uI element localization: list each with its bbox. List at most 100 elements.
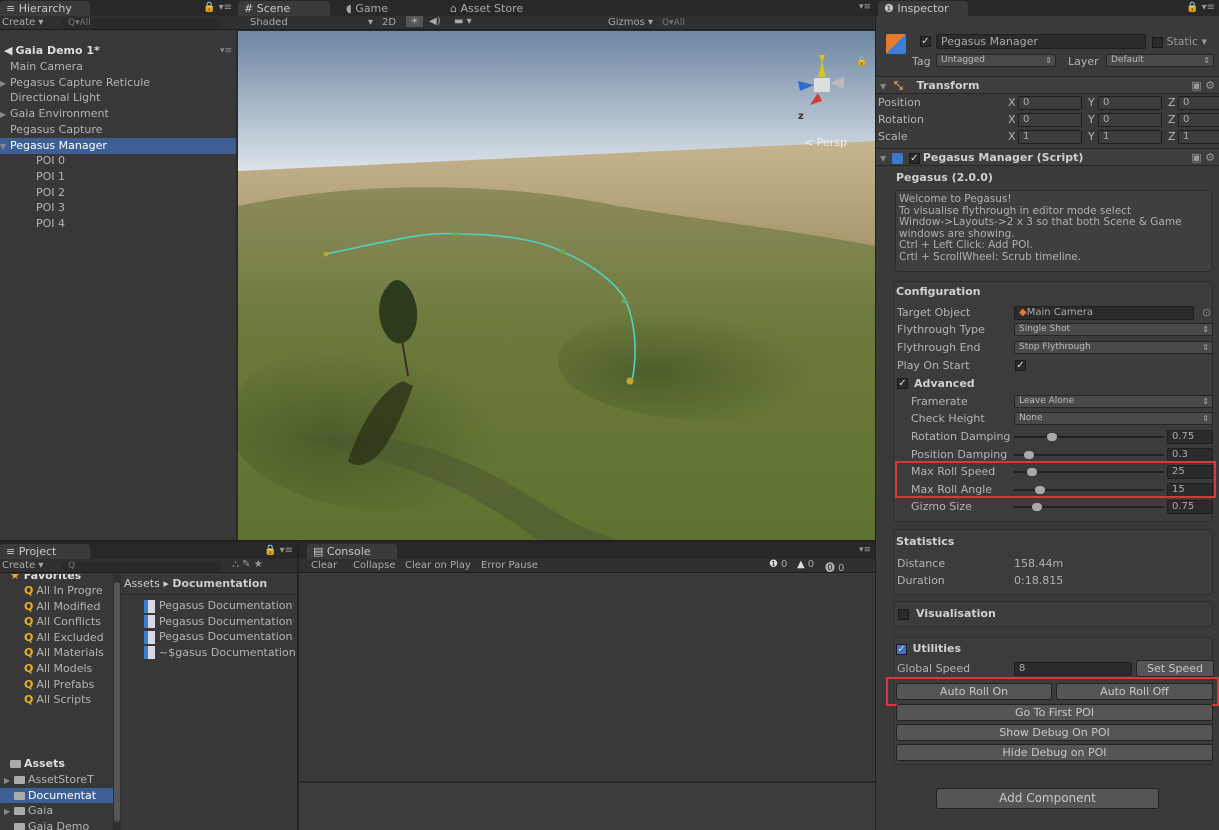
poi-marker-2[interactable] bbox=[560, 249, 566, 255]
framerate-dropdown[interactable]: Leave Alone bbox=[1014, 395, 1213, 408]
2d-toggle[interactable]: 2D bbox=[382, 17, 396, 28]
axis-y-label[interactable]: Y bbox=[1088, 111, 1095, 128]
transform-x-field[interactable]: 0 bbox=[1018, 96, 1082, 110]
scene-viewport[interactable]: z < Persp 🔒 bbox=[238, 31, 875, 540]
tab-console[interactable]: ▤ Console bbox=[307, 544, 397, 559]
info-count[interactable]: ❶0 bbox=[769, 559, 787, 570]
panel-menu-icon[interactable]: 🔒 ▾≡ bbox=[264, 545, 293, 556]
favorite-item[interactable]: Q All Materials bbox=[24, 645, 104, 660]
hierarchy-search-input[interactable]: Q▾All bbox=[62, 18, 222, 29]
poi-marker-0[interactable] bbox=[323, 251, 329, 257]
effects-toggle-icon[interactable]: ▬ ▾ bbox=[454, 16, 472, 27]
transform-z-field[interactable]: 0 bbox=[1178, 96, 1219, 110]
target-object-field[interactable]: ◆Main Camera bbox=[1014, 306, 1194, 320]
favorite-item[interactable]: Q All Modified bbox=[24, 599, 100, 614]
hierarchy-item[interactable]: POI 4 bbox=[0, 216, 236, 232]
hierarchy-item[interactable]: ▶ Pegasus Capture Reticule bbox=[0, 75, 236, 91]
axis-x-label[interactable]: X bbox=[1008, 94, 1016, 111]
error-count[interactable]: ⓿0 bbox=[825, 559, 844, 574]
settings-gear-icon[interactable]: ▣ ⚙ bbox=[1191, 77, 1215, 95]
error-pause-button[interactable]: Error Pause bbox=[481, 560, 538, 571]
static-toggle[interactable]: Static ▾ bbox=[1152, 35, 1207, 48]
transform-header[interactable]: ▼ ⤡ Transform ▣ ⚙ bbox=[876, 76, 1219, 94]
axis-z-label[interactable]: Z bbox=[1168, 94, 1176, 111]
transform-y-field[interactable]: 0 bbox=[1098, 113, 1162, 127]
asset-folder-item[interactable]: Gaia Demo bbox=[0, 819, 113, 830]
project-search-input[interactable]: Q bbox=[62, 561, 222, 572]
visualisation-checkbox[interactable] bbox=[898, 609, 909, 620]
axis-y-label[interactable]: Y bbox=[1088, 128, 1095, 145]
favorite-item[interactable]: Q All Excluded bbox=[24, 630, 104, 645]
asset-folder-item[interactable]: ▶ Gaia bbox=[0, 803, 113, 818]
asset-folder-item[interactable]: ▶ AssetStoreT bbox=[0, 772, 113, 787]
flythrough-type-dropdown[interactable]: Single Shot bbox=[1014, 323, 1213, 336]
favorite-item[interactable]: Q All In Progre bbox=[24, 583, 103, 598]
favorite-item[interactable]: Q All Conflicts bbox=[24, 614, 101, 629]
tab-asset-store[interactable]: ⌂ Asset Store bbox=[444, 1, 529, 16]
utilities-header[interactable]: ✓ Utilities bbox=[896, 642, 961, 655]
global-speed-input[interactable]: 8 bbox=[1014, 662, 1132, 676]
slider-value-field[interactable]: 0.75 bbox=[1167, 500, 1213, 515]
hierarchy-item[interactable]: ▼ Pegasus Manager bbox=[0, 137, 236, 154]
object-name-field[interactable]: Pegasus Manager bbox=[936, 34, 1146, 49]
tag-dropdown[interactable]: Untagged bbox=[936, 54, 1056, 67]
lock-icon[interactable]: 🔒 bbox=[856, 57, 867, 67]
favorite-item[interactable]: Q All Prefabs bbox=[24, 677, 94, 692]
clear-button[interactable]: Clear bbox=[311, 560, 337, 571]
breadcrumb-root[interactable]: Assets bbox=[124, 577, 160, 590]
tab-hierarchy[interactable]: ≡ Hierarchy bbox=[0, 1, 90, 16]
check-height-dropdown[interactable]: None bbox=[1014, 412, 1213, 425]
file-item[interactable]: Pegasus Documentation bbox=[144, 614, 292, 629]
hierarchy-item[interactable]: Main Camera bbox=[0, 59, 236, 75]
settings-gear-icon[interactable]: ▣ ⚙ bbox=[1191, 149, 1215, 167]
create-dropdown[interactable]: Create ▾ bbox=[2, 17, 43, 28]
add-component-button[interactable]: Add Component bbox=[936, 788, 1159, 809]
tab-inspector[interactable]: ❶ Inspector bbox=[878, 1, 968, 16]
slider-value-field[interactable]: 0.75 bbox=[1167, 430, 1213, 444]
advanced-checkbox[interactable]: ✓ bbox=[897, 378, 908, 389]
poi-marker-4[interactable] bbox=[626, 377, 634, 385]
filter-icons[interactable]: ⛬ ✎ ★ bbox=[232, 559, 263, 570]
gizmos-dropdown[interactable]: Gizmos ▾ bbox=[608, 17, 653, 28]
hierarchy-item[interactable]: POI 3 bbox=[0, 200, 236, 216]
object-picker-icon[interactable]: ⊙ bbox=[1202, 304, 1211, 321]
show-debug-button[interactable]: Show Debug On POI bbox=[896, 724, 1213, 741]
hierarchy-item[interactable]: POI 1 bbox=[0, 169, 236, 185]
advanced-row[interactable]: ✓ Advanced bbox=[876, 375, 1219, 392]
console-divider[interactable] bbox=[299, 781, 875, 783]
flythrough-end-dropdown[interactable]: Stop Flythrough bbox=[1014, 341, 1213, 354]
play-on-start-checkbox[interactable]: ✓ bbox=[1015, 360, 1026, 371]
hierarchy-item[interactable]: ▶ Gaia Environment bbox=[0, 106, 236, 122]
projection-toggle[interactable]: < Persp bbox=[804, 136, 847, 149]
slider-thumb[interactable] bbox=[1046, 433, 1057, 441]
favorite-item[interactable]: Q All Models bbox=[24, 661, 92, 676]
inspector-menu-icon[interactable]: 🔒 ▾≡ bbox=[1186, 2, 1215, 13]
audio-toggle-icon[interactable]: ◀) bbox=[429, 16, 441, 27]
expand-right-icon[interactable]: ▶ bbox=[4, 804, 14, 819]
collapse-button[interactable]: Collapse bbox=[353, 560, 396, 571]
slider-thumb[interactable] bbox=[1031, 503, 1042, 512]
clear-on-play-button[interactable]: Clear on Play bbox=[405, 560, 471, 571]
breadcrumb-current[interactable]: Documentation bbox=[172, 577, 267, 590]
console-log-area[interactable] bbox=[299, 574, 875, 781]
favorite-item[interactable]: Q All Scripts bbox=[24, 692, 91, 707]
hierarchy-item[interactable]: POI 0 bbox=[0, 153, 236, 169]
visualisation-box[interactable]: Visualisation bbox=[893, 601, 1213, 627]
scene-root[interactable]: ◀ Gaia Demo 1* ▾≡ bbox=[0, 43, 236, 59]
transform-x-field[interactable]: 1 bbox=[1018, 130, 1082, 144]
axis-y-label[interactable]: Y bbox=[1088, 94, 1095, 111]
slider-track[interactable] bbox=[1014, 436, 1164, 438]
poi-marker-1[interactable] bbox=[453, 231, 459, 237]
set-speed-button[interactable]: Set Speed bbox=[1136, 660, 1214, 677]
asset-folder-item[interactable]: Documentat bbox=[0, 787, 113, 803]
poi-marker-3[interactable] bbox=[621, 298, 627, 304]
axis-z-label[interactable]: Z bbox=[1168, 128, 1176, 145]
assets-header[interactable]: Assets bbox=[10, 756, 65, 771]
tab-scene[interactable]: # Scene bbox=[238, 1, 330, 16]
file-item[interactable]: Pegasus Documentation bbox=[144, 629, 292, 644]
warning-count[interactable]: ▲ 0 bbox=[797, 559, 814, 570]
tree-scrollbar[interactable] bbox=[113, 574, 121, 830]
scene-menu-icon[interactable]: ▾≡ bbox=[859, 2, 871, 12]
scene-orientation-gizmo[interactable] bbox=[792, 53, 852, 113]
tab-project[interactable]: ≡ Project bbox=[0, 544, 90, 559]
